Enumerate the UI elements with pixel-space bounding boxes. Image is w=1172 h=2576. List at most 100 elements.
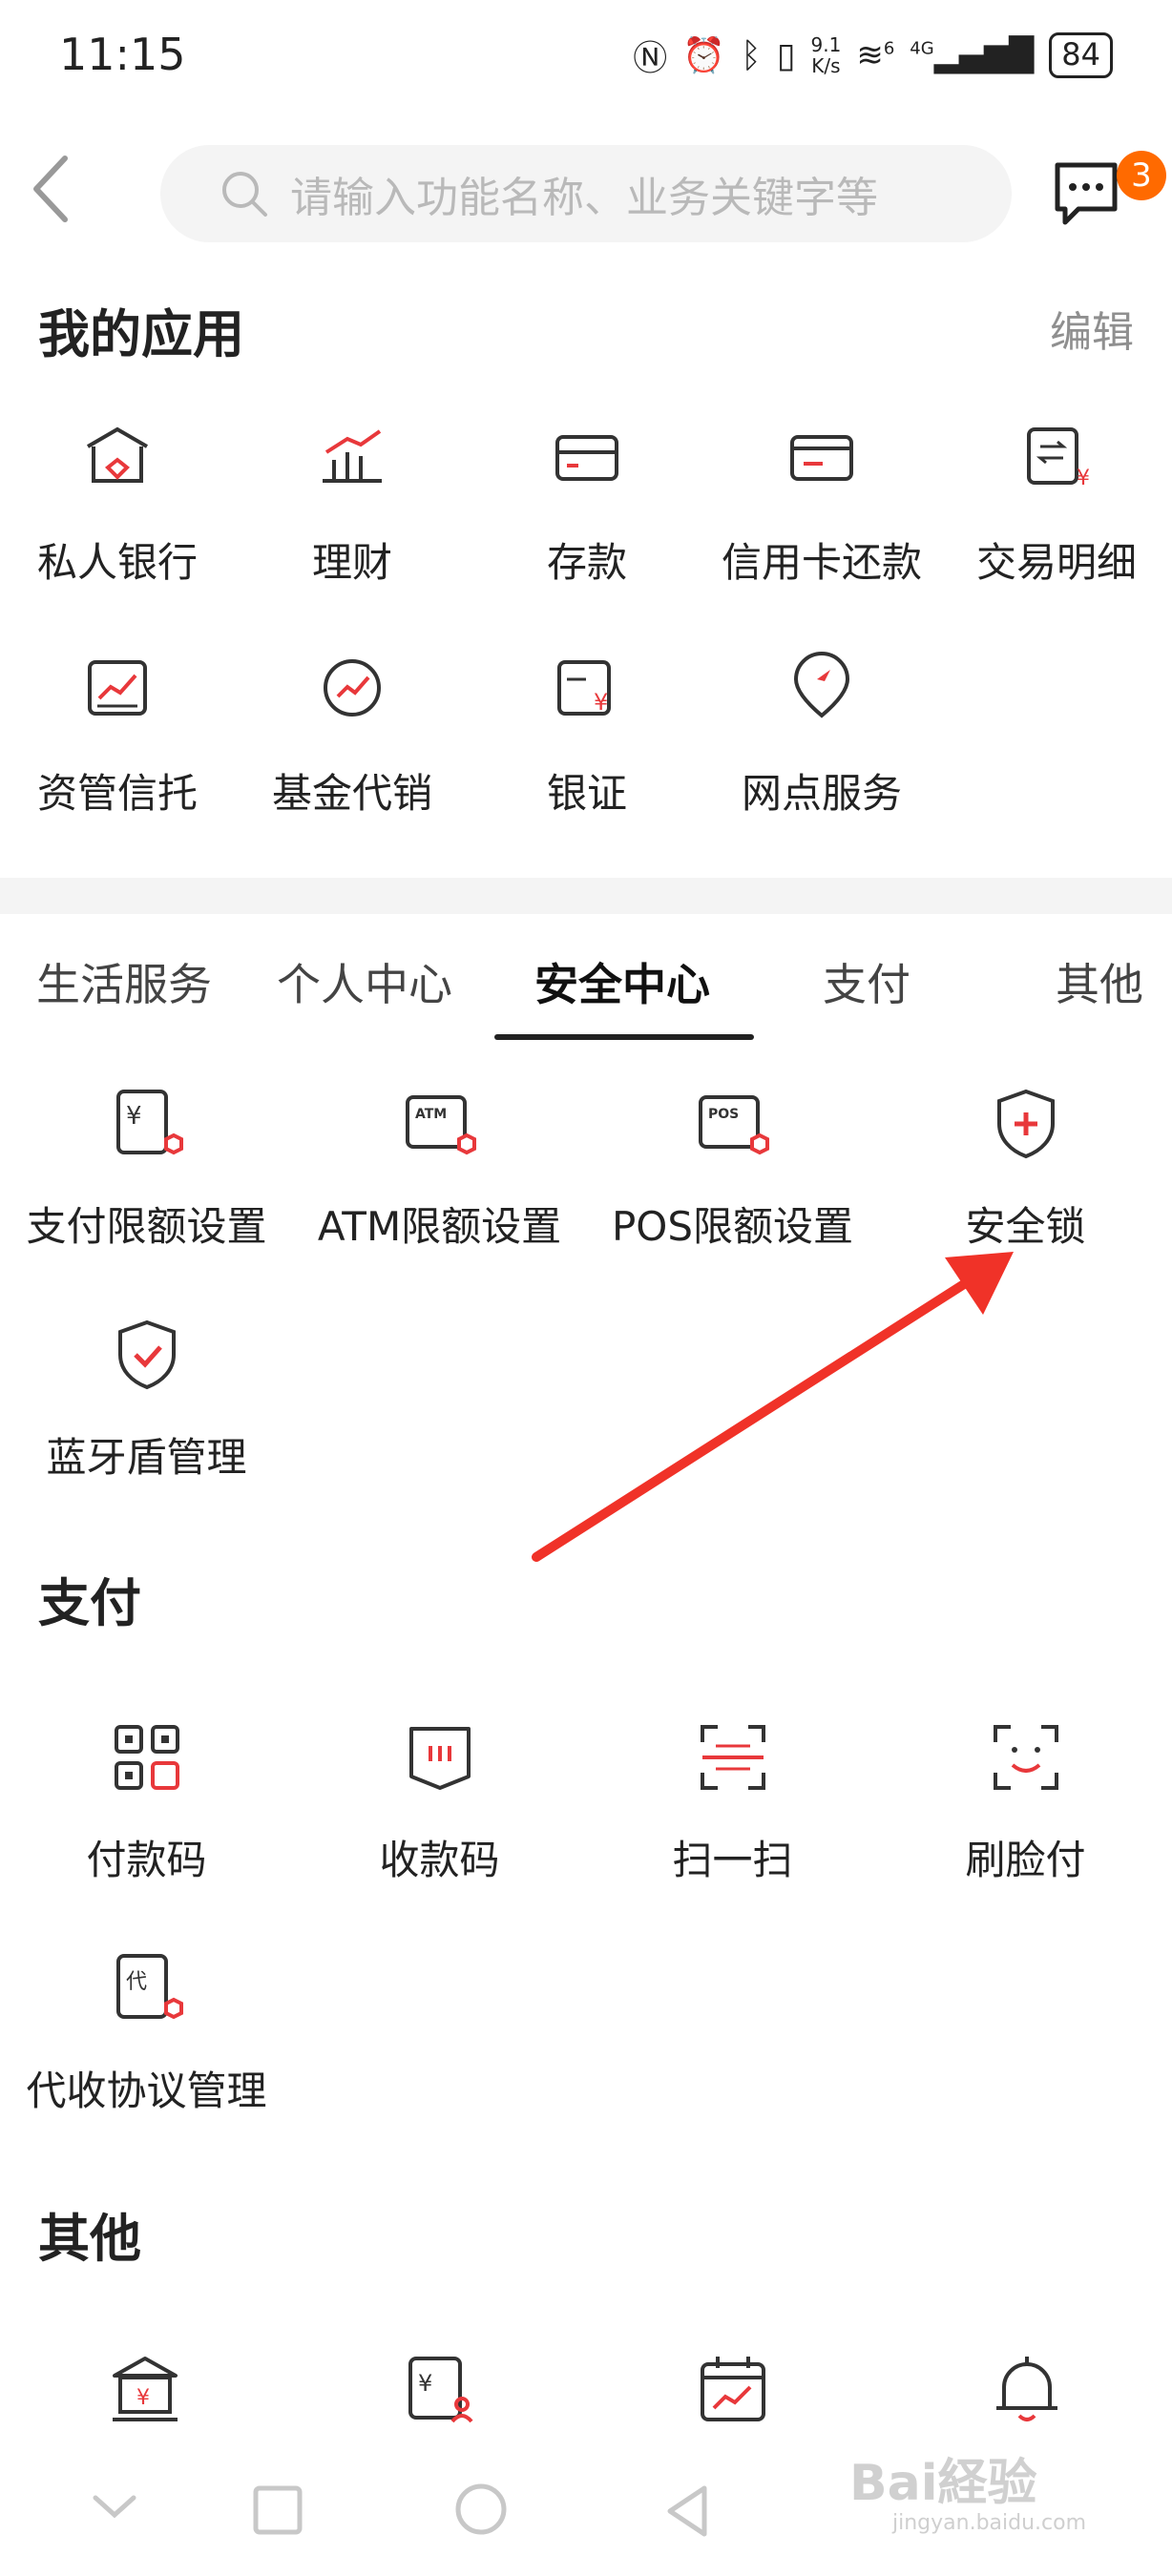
search-icon [222, 172, 267, 217]
transaction-detail-icon: ¥ [1027, 427, 1090, 490]
security-label: ATM限额设置 [317, 1203, 562, 1250]
payment-item-agreement[interactable]: 代 代收协议管理 [0, 1948, 293, 2139]
svg-text:¥: ¥ [136, 2386, 150, 2410]
payment-label: 扫一扫 [672, 1837, 793, 1883]
app-label: 银证 [546, 770, 627, 817]
watermark-url: jingyan.baidu.com [892, 2511, 1087, 2535]
asset-trust-icon [88, 660, 147, 716]
yuan-person-icon[interactable]: ¥ [399, 2349, 479, 2429]
security-lock-icon [996, 1089, 1055, 1159]
app-item-private-bank[interactable]: 私人银行 [0, 418, 235, 609]
app-item-wealth[interactable]: 理财 [235, 418, 470, 609]
bluetooth-shield-icon [117, 1319, 176, 1390]
app-label: 基金代销 [271, 770, 432, 817]
search-placeholder: 请输入功能名称、业务关键字等 [290, 174, 878, 222]
active-tab-indicator [494, 1034, 754, 1040]
app-item-credit-card[interactable]: 信用卡还款 [704, 418, 939, 609]
app-item-transactions[interactable]: ¥ 交易明细 [939, 418, 1172, 609]
calendar-chart-icon[interactable] [693, 2349, 773, 2429]
security-item-pos-limit[interactable]: POS POS限额设置 [586, 1084, 879, 1275]
app-item-branch[interactable]: 网点服务 [704, 649, 939, 840]
security-item-bluetooth-shield[interactable]: 蓝牙盾管理 [0, 1315, 293, 1506]
payment-item-pay-code[interactable]: 付款码 [0, 1717, 293, 1908]
svg-text:¥: ¥ [1077, 467, 1090, 490]
payment-limit-icon: ¥ [115, 1090, 183, 1155]
watermark-logo: Bai経验 [849, 2455, 1037, 2512]
payment-item-face-pay[interactable]: 刷脸付 [879, 1717, 1172, 1908]
app-item-fund[interactable]: 基金代销 [235, 649, 470, 840]
svg-text:ATM: ATM [415, 1107, 447, 1122]
receive-code-icon [408, 1727, 471, 1790]
nav-recents-icon[interactable] [250, 2483, 307, 2536]
alarm-icon: ⏰ [682, 36, 726, 75]
search-input[interactable]: 请输入功能名称、业务关键字等 [160, 145, 1012, 242]
svg-text:¥: ¥ [126, 1102, 142, 1131]
other-section-title: 其他 [38, 2209, 141, 2269]
payment-item-receive-code[interactable]: 收款码 [293, 1717, 586, 1908]
security-label: 安全锁 [965, 1203, 1086, 1250]
app-label: 私人银行 [36, 539, 198, 586]
app-label: 资管信托 [36, 770, 198, 817]
app-label: 存款 [546, 539, 627, 586]
message-icon[interactable] [1050, 157, 1122, 230]
back-icon[interactable] [27, 151, 80, 227]
security-label: 支付限额设置 [26, 1203, 267, 1250]
payment-label: 刷脸付 [965, 1837, 1086, 1883]
net-speed: 9.1 K/s [810, 33, 842, 77]
nav-back-icon[interactable] [660, 2483, 718, 2540]
security-label: 蓝牙盾管理 [46, 1434, 247, 1481]
battery-indicator: 84 [1049, 32, 1113, 78]
scan-icon [700, 1725, 765, 1790]
pos-limit-icon: POS [698, 1095, 769, 1155]
security-item-atm-limit[interactable]: ATM ATM限额设置 [293, 1084, 586, 1275]
message-count-badge: 3 [1117, 151, 1166, 200]
bluetooth-icon: ᛒ [741, 35, 762, 75]
svg-text:代: 代 [126, 1970, 147, 1994]
atm-limit-icon: ATM [405, 1095, 476, 1155]
branch-location-icon [793, 652, 850, 718]
annotation-arrow [532, 1252, 1014, 1562]
security-item-security-lock[interactable]: 安全锁 [879, 1084, 1172, 1275]
nav-collapse-icon[interactable] [86, 2483, 143, 2530]
nfc-icon: Ⓝ [633, 39, 668, 78]
bank-building-icon[interactable]: ¥ [105, 2349, 185, 2429]
app-label: 信用卡还款 [721, 539, 922, 586]
security-item-payment-limit[interactable]: ¥ 支付限额设置 [0, 1084, 293, 1275]
app-label: 理财 [311, 539, 392, 586]
signal-icon: 4G▂▄▆█ [910, 36, 1035, 74]
qr-code-icon [114, 1725, 179, 1790]
svg-text:POS: POS [708, 1107, 739, 1122]
app-item-asset-trust[interactable]: 资管信托 [0, 649, 235, 840]
status-icons: Ⓝ ⏰ ᛒ ▯ 9.1 K/s ≋6 4G▂▄▆█ 84 [633, 31, 1113, 80]
credit-card-icon [790, 435, 853, 481]
app-item-bank-securities[interactable]: ¥ 银证 [470, 649, 704, 840]
nav-home-icon[interactable] [454, 2483, 512, 2540]
section-divider [0, 878, 1172, 914]
app-item-deposit[interactable]: 存款 [470, 418, 704, 609]
tab-life-services[interactable]: 生活服务 [36, 950, 212, 1013]
svg-text:¥: ¥ [418, 2370, 432, 2397]
bell-icon[interactable] [987, 2349, 1067, 2429]
tab-payment[interactable]: 支付 [823, 950, 910, 1013]
my-apps-title: 我的应用 [38, 304, 244, 364]
app-label: 交易明细 [975, 539, 1137, 586]
payment-label: 收款码 [379, 1837, 500, 1883]
svg-text:¥: ¥ [594, 689, 608, 716]
wealth-chart-icon [323, 429, 382, 483]
payment-section-title: 支付 [38, 1573, 141, 1633]
tab-other[interactable]: 其他 [1056, 950, 1143, 1013]
payment-label: 付款码 [86, 1837, 207, 1883]
tab-personal-center[interactable]: 个人中心 [277, 950, 452, 1013]
payment-item-scan[interactable]: 扫一扫 [586, 1717, 879, 1908]
app-label: 网点服务 [741, 770, 902, 817]
edit-button[interactable]: 编辑 [1050, 298, 1134, 359]
agreement-icon: 代 [115, 1954, 183, 2020]
private-bank-icon [86, 426, 149, 483]
security-label: POS限额设置 [611, 1203, 854, 1250]
fund-icon [324, 659, 381, 717]
bank-securities-icon: ¥ [557, 660, 611, 716]
status-time: 11:15 [59, 29, 186, 80]
tab-security-center[interactable]: 安全中心 [534, 950, 710, 1013]
face-pay-icon [993, 1725, 1058, 1790]
payment-label: 代收协议管理 [26, 2067, 267, 2114]
